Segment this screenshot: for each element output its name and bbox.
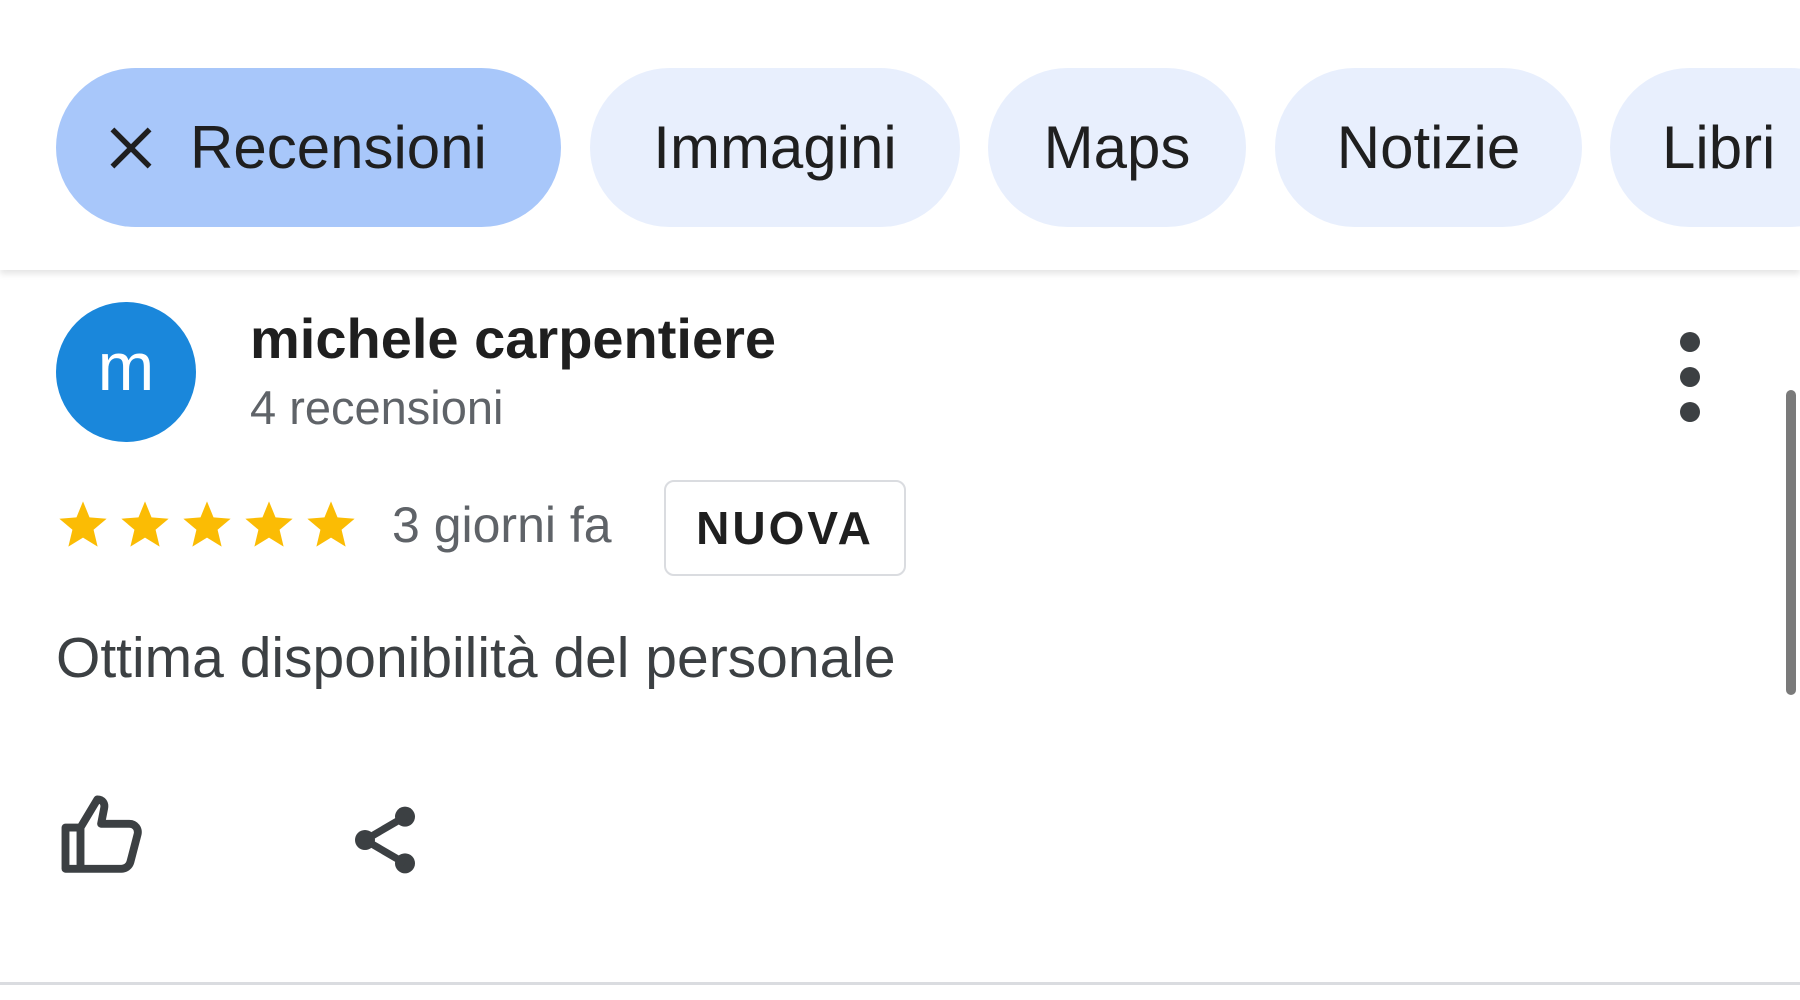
chip-recensioni[interactable]: Recensioni (56, 68, 561, 227)
chip-label: Notizie (1336, 114, 1521, 181)
star-icon (245, 501, 293, 547)
star-icon (307, 501, 355, 547)
author-review-count: 4 recensioni (250, 381, 504, 434)
review-card: m michele carpentiere 4 recensioni 3 gio… (0, 270, 1800, 1000)
share-icon[interactable] (345, 795, 425, 885)
review-text: Ottima disponibilità del personale (56, 626, 896, 690)
filter-chips-bar: Recensioni Immagini Maps Notizie Libri (0, 0, 1800, 270)
divider (0, 982, 1800, 985)
new-badge: NUOVA (664, 480, 906, 576)
more-options-button[interactable] (1660, 332, 1720, 422)
author-name[interactable]: michele carpentiere (250, 306, 776, 371)
chip-libri[interactable]: Libri (1610, 68, 1800, 227)
chip-label: Maps (1043, 114, 1191, 181)
star-icon (59, 501, 107, 547)
chip-label: Immagini (653, 114, 897, 181)
close-icon[interactable] (106, 123, 156, 173)
thumbs-up-icon[interactable] (58, 790, 148, 880)
avatar-letter: m (97, 329, 155, 405)
chip-notizie[interactable]: Notizie (1275, 68, 1582, 227)
star-rating (56, 498, 358, 552)
avatar[interactable]: m (56, 302, 196, 442)
chip-label: Recensioni (190, 114, 487, 181)
star-icon (183, 501, 231, 547)
star-icon (121, 501, 169, 547)
more-vert-icon (1680, 332, 1700, 352)
scrollbar[interactable] (1786, 390, 1796, 695)
chip-label: Libri (1662, 114, 1776, 181)
review-time: 3 giorni fa (392, 497, 612, 553)
chip-maps[interactable]: Maps (988, 68, 1246, 227)
chip-immagini[interactable]: Immagini (590, 68, 960, 227)
